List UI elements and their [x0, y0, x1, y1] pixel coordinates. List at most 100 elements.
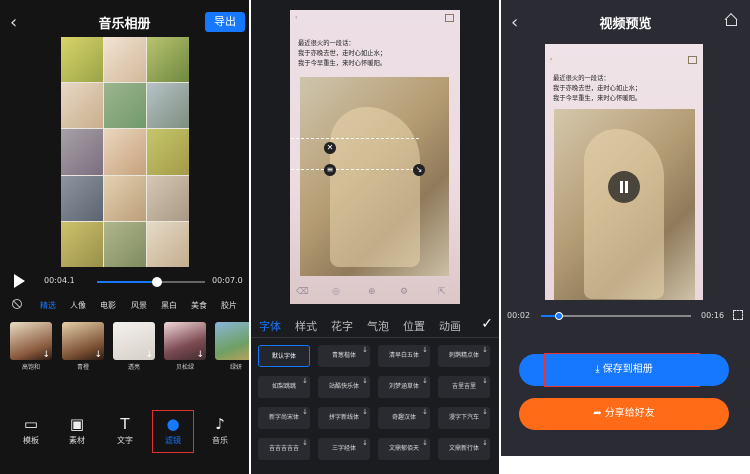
photo-tile — [61, 83, 103, 129]
playback-knob[interactable] — [555, 312, 563, 320]
filter-thumbnail — [10, 322, 52, 360]
category-movie[interactable]: 电影 — [100, 300, 116, 311]
resize-icon[interactable]: ↘ — [413, 164, 425, 176]
download-icon: ↓ — [362, 377, 368, 385]
tab-style[interactable]: 样式 — [295, 318, 317, 334]
filter-item[interactable]: 透亮 — [113, 322, 155, 372]
filter-item[interactable]: 青橙 — [62, 322, 104, 372]
font-option-label: 漫字下汽车 — [448, 414, 479, 421]
font-option[interactable]: 站酷快乐体 ↓ — [318, 376, 370, 398]
download-icon: ↓ — [302, 377, 308, 385]
tab-bubble[interactable]: 气泡 — [367, 318, 389, 334]
playback-slider[interactable] — [97, 277, 205, 287]
preview-back-icon: ‹ — [550, 56, 553, 63]
font-option[interactable]: 新字尚宋体 ↓ — [258, 407, 310, 429]
download-icon: ↓ — [422, 346, 428, 354]
photo-tile — [61, 37, 103, 83]
font-option[interactable]: 刘梦涵草体 ↓ — [378, 376, 430, 398]
font-option[interactable]: 漫字下汽车 ↓ — [438, 407, 490, 429]
tool-label: 素材 — [69, 436, 85, 445]
photo-tile — [147, 83, 189, 129]
music-icon: ♪ — [215, 415, 225, 433]
playback-slider[interactable] — [541, 312, 691, 320]
tab-animation[interactable]: 动画 — [439, 318, 461, 334]
no-filter-icon[interactable] — [12, 299, 22, 309]
category-food[interactable]: 美食 — [191, 300, 207, 311]
font-option[interactable]: 清早白五体 ↓ — [378, 345, 430, 367]
preview-back-icon: ‹ — [295, 14, 298, 21]
share-label: 分享给好友 — [604, 408, 655, 419]
font-option[interactable]: 拼字新线体 ↓ — [318, 407, 370, 429]
font-option-label: 刺鹊精点体 — [448, 352, 479, 359]
tool-music[interactable]: ♪ 音乐 — [200, 415, 240, 446]
playback-knob[interactable] — [152, 277, 163, 287]
photo-tile — [61, 129, 103, 175]
tool-material[interactable]: ▣ 素材 — [57, 415, 97, 446]
filter-label: 高饱和 — [21, 364, 40, 371]
preview-caption: 最近很火的一段话： 我于亦晚去世，走时心如止水； 我于今早重生，来时心怀暖阳。 — [298, 40, 387, 67]
font-option[interactable]: 青葱楷体 ↓ — [318, 345, 370, 367]
font-option[interactable]: 文鼎新行体 ↓ — [438, 438, 490, 460]
category-film[interactable]: 胶片 — [221, 300, 237, 311]
page-title: 视频预览 — [599, 17, 652, 32]
play-icon[interactable] — [14, 274, 25, 288]
font-option[interactable]: 文鼎郁佰天 ↓ — [378, 438, 430, 460]
filter-item[interactable]: 高饱和 — [10, 322, 52, 372]
tab-divider — [251, 337, 499, 338]
font-option[interactable]: 吉里吉里 ↓ — [438, 376, 490, 398]
font-option-label: 刘梦涵草体 — [388, 383, 419, 390]
filter-label: 贝松绿 — [175, 364, 194, 371]
text-edit-box[interactable] — [291, 138, 419, 170]
tab-art-text[interactable]: 花字 — [331, 318, 353, 334]
category-portrait[interactable]: 人像 — [70, 300, 86, 311]
preview-home-icon — [445, 14, 454, 22]
pause-icon[interactable] — [608, 171, 640, 203]
music-album-editor-panel: ‹ 音乐相册 导出 00:04.1 00:07.0 精选 人像 电影 风景 黑白… — [0, 0, 249, 474]
tab-position[interactable]: 位置 — [403, 318, 425, 334]
font-option-label: 新字尚宋体 — [268, 414, 299, 421]
download-icon: ↓ — [422, 439, 428, 447]
font-option[interactable]: 默认字体 — [258, 345, 310, 367]
playback-progress — [97, 281, 158, 283]
photo-tile — [147, 37, 189, 83]
filter-thumbnail — [215, 322, 249, 360]
category-bw[interactable]: 黑白 — [161, 300, 177, 311]
font-option[interactable]: 刺鹊精点体 ↓ — [438, 345, 490, 367]
preview-caption: 最近很火的一段话： 我于亦晚去世，走时心如止水； 我于今早重生，来时心怀暖阳。 — [553, 75, 642, 102]
photo-tile — [147, 175, 189, 221]
confirm-check-icon[interactable]: ✓ — [481, 316, 493, 332]
photo-tile — [61, 175, 103, 221]
tool-text[interactable]: T 文字 — [105, 415, 145, 446]
tool-template[interactable]: ▭ 模板 — [11, 415, 51, 446]
filter-item[interactable]: 贝松绿 — [164, 322, 206, 372]
font-option[interactable]: 三字经体 ↓ — [318, 438, 370, 460]
current-time: 00:02 — [507, 311, 531, 320]
download-icon: ↓ — [482, 377, 488, 385]
font-option[interactable]: 奇趣汉体 ↓ — [378, 407, 430, 429]
home-icon[interactable] — [725, 14, 737, 26]
delete-icon: ⌫ — [296, 287, 309, 297]
close-icon[interactable]: ✕ — [324, 142, 336, 154]
font-option-label: 清早白五体 — [388, 352, 419, 359]
download-icon: ↓ — [422, 408, 428, 416]
category-featured[interactable]: 精选 — [40, 300, 56, 311]
menu-icon[interactable]: ≡ — [324, 164, 336, 176]
preview-header-area: ‹ 视频预览 ‹ 最近很火的一段话： 我于亦晚去世，走时心如止水； 我于今早重生… — [501, 0, 750, 320]
font-option-label: 文鼎新行体 — [448, 445, 479, 452]
font-option[interactable]: 吉吉吉吉吉 ↓ — [258, 438, 310, 460]
tab-font[interactable]: 字体 — [259, 318, 281, 334]
category-landscape[interactable]: 风景 — [131, 300, 147, 311]
photo-tile — [104, 221, 146, 267]
font-option[interactable]: 如梨跳跳 ↓ — [258, 376, 310, 398]
font-option-label: 吉里吉里 — [451, 383, 476, 390]
filter-label: 绿妍 — [229, 364, 242, 371]
filter-item[interactable]: 绿妍 — [215, 322, 249, 372]
seek-bar: 00:02 00:16 — [501, 300, 750, 328]
template-icon: ▭ — [23, 415, 39, 433]
export-button[interactable]: 导出 — [205, 12, 245, 32]
photo-tile — [61, 221, 103, 267]
share-to-friend-button[interactable]: ➦ 分享给好友 — [519, 398, 729, 430]
fullscreen-icon[interactable] — [733, 310, 743, 320]
font-option-label: 文鼎郁佰天 — [388, 445, 419, 452]
text-icon: T — [120, 415, 130, 433]
